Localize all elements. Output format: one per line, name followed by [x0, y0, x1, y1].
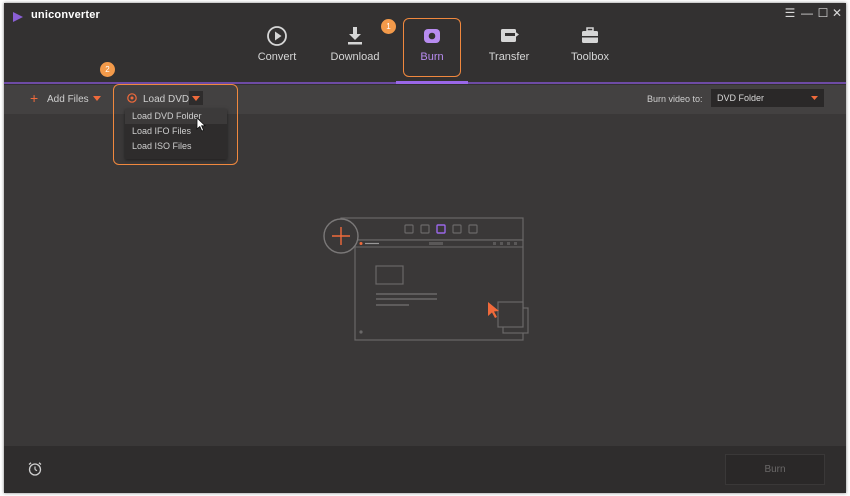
- burn-video-to-label: Burn video to:: [647, 94, 703, 104]
- app-window: uniconverter ☰ — ☐ ✕ Convert Download Bu…: [4, 3, 846, 493]
- alarm-clock-icon[interactable]: [27, 461, 43, 477]
- app-logo-icon: [13, 12, 23, 22]
- transfer-icon: [501, 29, 519, 42]
- convert-icon: [267, 26, 287, 46]
- footer-bar: [4, 446, 846, 493]
- add-files-plus-icon[interactable]: +: [30, 91, 38, 105]
- step-2-badge: 2: [100, 62, 115, 77]
- step-1-badge: 1: [381, 19, 396, 34]
- load-dvd-highlight: [113, 84, 238, 165]
- burn-tab-highlight: [403, 18, 461, 77]
- nav-convert[interactable]: Convert: [246, 19, 308, 75]
- nav-download-label: Download: [330, 51, 380, 63]
- nav-convert-label: Convert: [257, 51, 297, 63]
- nav-transfer[interactable]: Transfer: [478, 19, 540, 75]
- nav-toolbox[interactable]: Toolbox: [559, 19, 621, 75]
- close-icon[interactable]: ✕: [830, 6, 844, 20]
- active-tab-indicator: [396, 81, 468, 84]
- maximize-icon[interactable]: ☐: [816, 6, 830, 20]
- app-name: uniconverter: [31, 9, 101, 21]
- nav-transfer-label: Transfer: [488, 51, 530, 63]
- minimize-icon[interactable]: —: [800, 6, 814, 20]
- title-bar: uniconverter ☰ — ☐ ✕ Convert Download Bu…: [4, 3, 846, 85]
- burn-target-value: DVD Folder: [717, 93, 765, 103]
- add-files-illustration: [323, 217, 529, 341]
- download-icon: [348, 27, 362, 45]
- burn-target-select[interactable]: DVD Folder: [711, 89, 824, 107]
- nav-toolbox-label: Toolbox: [571, 51, 609, 63]
- burn-button[interactable]: Burn: [725, 454, 825, 485]
- add-files-button[interactable]: Add Files: [47, 94, 89, 105]
- toolbox-icon: [582, 27, 598, 43]
- add-files-dropdown-icon[interactable]: [93, 96, 101, 101]
- nav-download[interactable]: Download: [324, 19, 386, 75]
- menu-icon[interactable]: ☰: [783, 6, 797, 20]
- select-chevron-icon: [811, 96, 818, 100]
